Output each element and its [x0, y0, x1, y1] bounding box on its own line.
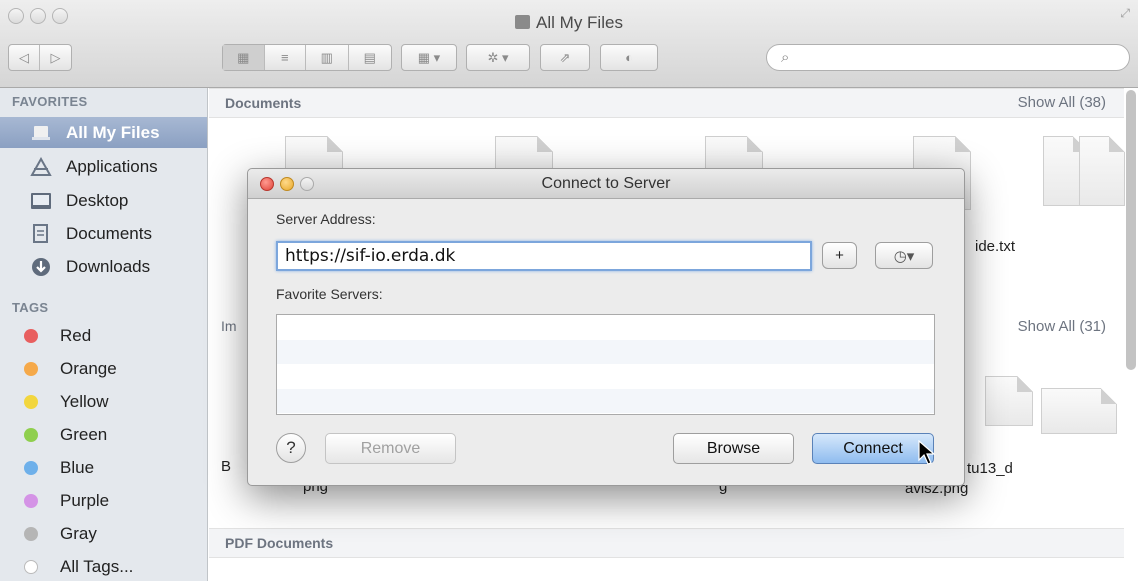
forward-icon[interactable]: ▷ — [40, 45, 71, 70]
vertical-scrollbar[interactable] — [1126, 90, 1136, 370]
icon-view-icon[interactable]: ▦ — [223, 45, 265, 70]
sidebar-item-label: Downloads — [66, 256, 151, 276]
red-tag-icon — [24, 328, 38, 343]
gray-tag-icon — [24, 526, 38, 541]
list-view-icon[interactable]: ≡ — [265, 45, 307, 70]
sidebar-item-documents[interactable]: Documents — [0, 218, 207, 249]
window-toolbar: All My Files ⤢ ◁ ▷ ▦ ≡ ▥ ▤ ▦ ▾ ✲ ▾ ⇗ ◐ ⌕ — [0, 0, 1138, 88]
sidebar-item-tag-red[interactable]: Red — [0, 320, 207, 351]
documents-section-title: Documents — [225, 95, 302, 111]
list-item[interactable] — [277, 339, 934, 364]
edit-tags-button[interactable]: ◐ — [600, 44, 658, 71]
downloads-icon — [30, 257, 52, 277]
tag-label: Red — [60, 325, 92, 345]
arrange-icon: ▦ ▾ — [417, 49, 441, 65]
document-thumbnail[interactable] — [1079, 136, 1125, 206]
all-my-files-icon — [30, 123, 52, 143]
tag-label: Purple — [60, 490, 110, 510]
tag-icon: ◐ — [625, 50, 633, 65]
image-thumbnail[interactable] — [985, 376, 1033, 426]
connect-to-server-dialog: Connect to Server Server Address: https:… — [247, 168, 965, 486]
sidebar-item-tag-purple[interactable]: Purple — [0, 485, 207, 516]
sidebar-item-label: Applications — [66, 156, 158, 176]
connect-button[interactable]: Connect — [812, 433, 934, 464]
blue-tag-icon — [24, 460, 38, 475]
green-tag-icon — [24, 427, 38, 442]
browse-button[interactable]: Browse — [673, 433, 794, 464]
list-item[interactable] — [277, 315, 934, 340]
document-file-name: ide.txt — [975, 238, 1016, 255]
applications-icon — [30, 156, 52, 177]
image-file-name: B — [221, 458, 232, 475]
view-mode-control: ▦ ≡ ▥ ▤ — [222, 44, 392, 71]
all-tags-icon — [24, 559, 38, 574]
share-button[interactable]: ⇗ — [540, 44, 590, 71]
sidebar-item-label: Documents — [66, 223, 152, 243]
cover-flow-icon[interactable]: ▤ — [349, 45, 391, 70]
favorite-servers-list[interactable] — [276, 314, 935, 415]
recent-servers-button[interactable]: ◷▾ — [875, 242, 933, 269]
sidebar-item-tag-orange[interactable]: Orange — [0, 353, 207, 384]
list-item[interactable] — [277, 364, 934, 389]
search-input[interactable]: ⌕ — [766, 44, 1130, 71]
sidebar-item-all-my-files[interactable]: All My Files — [0, 117, 207, 148]
sidebar-item-label: Desktop — [66, 190, 129, 210]
documents-section-header: Documents Show All (38) — [209, 88, 1124, 118]
desktop-icon — [30, 191, 52, 211]
image-thumbnail[interactable] — [1041, 388, 1117, 434]
tags-header: TAGS — [12, 300, 49, 315]
sidebar-item-all-tags[interactable]: All Tags... — [0, 551, 207, 581]
remove-button[interactable]: Remove — [325, 433, 456, 464]
image-file-name: tu13_d — [967, 460, 1013, 477]
images-section-title: Im — [221, 318, 237, 334]
column-view-icon[interactable]: ▥ — [306, 45, 349, 70]
window-title: All My Files — [0, 13, 1138, 33]
favorite-servers-label: Favorite Servers: — [276, 286, 383, 302]
mouse-pointer-icon — [918, 440, 936, 465]
sidebar-item-downloads[interactable]: Downloads — [0, 251, 207, 282]
action-menu-button[interactable]: ✲ ▾ — [466, 44, 530, 71]
fullscreen-icon[interactable]: ⤢ — [1120, 6, 1130, 21]
tag-label: All Tags... — [60, 556, 134, 576]
orange-tag-icon — [24, 361, 38, 376]
dialog-titlebar: Connect to Server — [248, 169, 964, 199]
tag-label: Green — [60, 424, 108, 444]
server-address-input[interactable]: https://sif-io.erda.dk — [276, 241, 812, 271]
tag-label: Orange — [60, 358, 117, 378]
back-icon[interactable]: ◁ — [9, 45, 41, 70]
help-button[interactable]: ? — [276, 433, 306, 463]
search-icon: ⌕ — [781, 49, 790, 66]
gear-icon: ✲ ▾ — [487, 49, 509, 65]
list-item[interactable] — [277, 388, 934, 413]
tag-label: Gray — [60, 523, 97, 543]
tag-label: Blue — [60, 457, 95, 477]
sidebar-item-applications[interactable]: Applications — [0, 151, 207, 182]
add-favorite-button[interactable]: + — [822, 242, 857, 269]
sidebar-item-tag-yellow[interactable]: Yellow — [0, 386, 207, 417]
pdf-section-title: PDF Documents — [225, 535, 334, 551]
favorites-header: FAVORITES — [12, 94, 88, 109]
documents-icon — [30, 223, 52, 244]
back-forward-control: ◁ ▷ — [8, 44, 72, 71]
images-show-all-link[interactable]: Show All (31) — [1018, 318, 1106, 335]
yellow-tag-icon — [24, 394, 38, 409]
sidebar: FAVORITES All My Files Applications Desk… — [0, 88, 208, 581]
documents-show-all-link[interactable]: Show All (38) — [1018, 94, 1106, 111]
share-icon: ⇗ — [559, 49, 571, 65]
sidebar-item-desktop[interactable]: Desktop — [0, 185, 207, 216]
sidebar-item-tag-gray[interactable]: Gray — [0, 518, 207, 549]
purple-tag-icon — [24, 493, 38, 508]
pdf-section-header: PDF Documents — [209, 528, 1124, 558]
sidebar-item-label: All My Files — [66, 122, 160, 142]
tag-label: Yellow — [60, 391, 109, 411]
server-address-label: Server Address: — [276, 211, 376, 227]
dialog-title: Connect to Server — [541, 175, 671, 192]
arrange-menu-button[interactable]: ▦ ▾ — [401, 44, 457, 71]
sidebar-item-tag-green[interactable]: Green — [0, 419, 207, 450]
window-title-text: All My Files — [536, 13, 623, 32]
all-my-files-icon — [515, 15, 531, 29]
sidebar-item-tag-blue[interactable]: Blue — [0, 452, 207, 483]
